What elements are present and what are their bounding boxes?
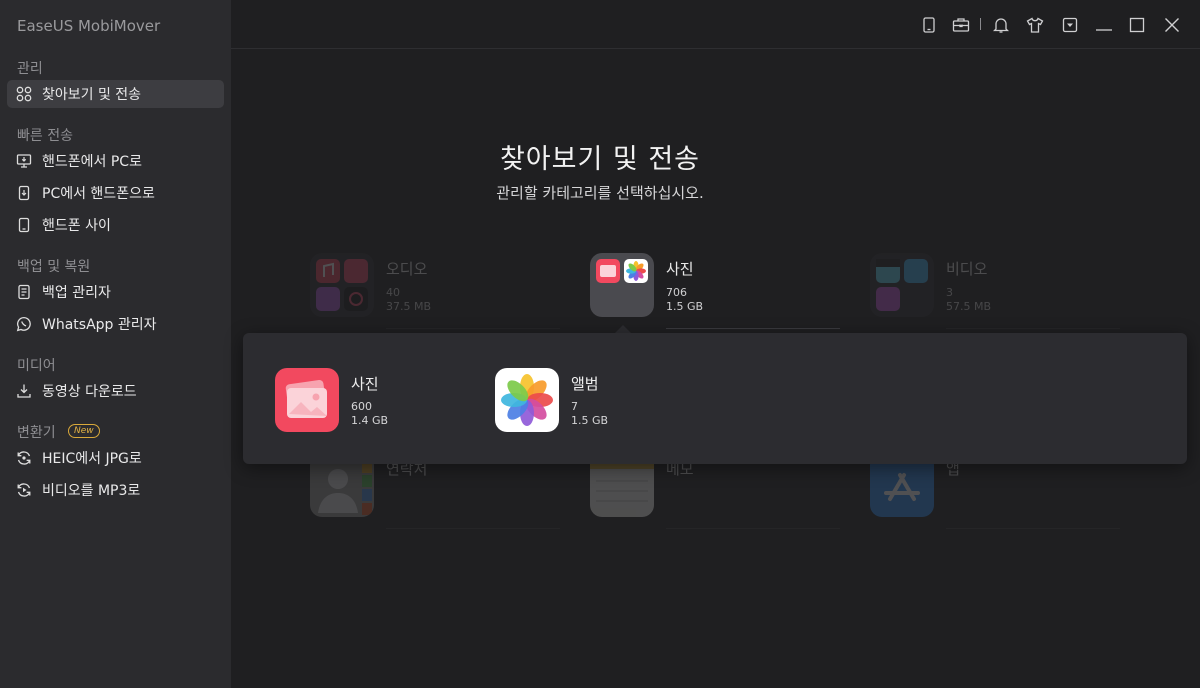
divider: [946, 328, 1120, 329]
photos-popup: 사진 600 1.4 GB 앨범 7 1.5 GB: [243, 333, 1187, 464]
category-count: 706: [666, 286, 687, 299]
subcategory-albums[interactable]: 앨범 7 1.5 GB: [495, 368, 695, 432]
app-title: EaseUS MobiMover: [17, 17, 161, 35]
sidebar-item-label: 동영상 다운로드: [42, 384, 137, 400]
video-category-icon: [870, 253, 934, 317]
photos-category-icon: [590, 253, 654, 317]
sidebar-item-video-to-mp3[interactable]: 비디오를 MP3로: [7, 476, 224, 504]
download-icon: [10, 383, 38, 399]
divider: [666, 328, 840, 329]
category-count: 3: [946, 286, 953, 299]
heic-convert-icon: [10, 450, 38, 466]
page-subtitle: 관리할 카테고리를 선택하십시오.: [496, 184, 704, 202]
divider: [946, 528, 1120, 529]
category-photos[interactable]: 사진 706 1.5 GB: [590, 253, 840, 333]
category-apps[interactable]: 앱: [870, 453, 1120, 533]
subcategory-name: 앨범: [571, 375, 599, 393]
menu-dropdown-icon[interactable]: [1060, 15, 1080, 35]
new-badge: New: [68, 424, 100, 438]
category-count: 40: [386, 286, 400, 299]
maximize-icon[interactable]: [1127, 15, 1147, 35]
sidebar-item-browse-transfer[interactable]: 찾아보기 및 전송: [7, 80, 224, 108]
section-converter: 변환기: [17, 425, 56, 441]
section-media: 미디어: [17, 358, 56, 374]
close-icon[interactable]: [1162, 15, 1182, 35]
sidebar-item-label: 핸드폰 사이: [42, 218, 111, 234]
sidebar-item-label: WhatsApp 관리자: [42, 317, 157, 333]
category-video[interactable]: 비디오 3 57.5 MB: [870, 253, 1120, 333]
subcategory-photos[interactable]: 사진 600 1.4 GB: [275, 368, 475, 432]
section-manage: 관리: [17, 61, 43, 77]
sidebar-item-backup-manager[interactable]: 백업 관리자: [7, 278, 224, 306]
category-size: 57.5 MB: [946, 300, 992, 313]
sidebar-item-label: HEIC에서 JPG로: [42, 451, 142, 467]
category-contacts[interactable]: 연락처: [310, 453, 560, 533]
subcategory-name: 사진: [351, 375, 379, 393]
bell-icon[interactable]: [991, 15, 1011, 35]
grid-icon: [10, 86, 38, 102]
sidebar-item-whatsapp-manager[interactable]: WhatsApp 관리자: [7, 310, 224, 338]
sidebar-item-label: 찾아보기 및 전송: [42, 87, 142, 103]
sidebar-item-heic-to-jpg[interactable]: HEIC에서 JPG로: [7, 444, 224, 472]
photos-icon: [275, 368, 339, 432]
phone-to-phone-icon: [10, 217, 38, 233]
page-title: 찾아보기 및 전송: [499, 144, 701, 175]
minimize-icon[interactable]: [1094, 15, 1114, 35]
category-audio[interactable]: 오디오 40 37.5 MB: [310, 253, 560, 333]
divider: [666, 528, 840, 529]
subcategory-count: 600: [351, 400, 372, 413]
albums-icon: [495, 368, 559, 432]
device-icon[interactable]: [919, 15, 939, 35]
divider: [386, 528, 560, 529]
audio-category-icon: [310, 253, 374, 317]
subcategory-size: 1.5 GB: [571, 414, 609, 427]
category-notes[interactable]: 메모: [590, 453, 840, 533]
tshirt-icon[interactable]: [1025, 15, 1045, 35]
backup-icon: [10, 284, 38, 300]
divider: [386, 328, 560, 329]
sidebar-item-phone-to-phone[interactable]: 핸드폰 사이: [7, 211, 224, 239]
title-bar: [231, 0, 1200, 49]
category-name: 사진: [666, 260, 694, 278]
sidebar-item-label: 백업 관리자: [42, 285, 111, 301]
sidebar-item-label: 비디오를 MP3로: [42, 483, 141, 499]
category-size: 37.5 MB: [386, 300, 432, 313]
subcategory-size: 1.4 GB: [351, 414, 389, 427]
sidebar-item-video-download[interactable]: 동영상 다운로드: [7, 377, 224, 405]
section-backup-restore: 백업 및 복원: [17, 259, 91, 275]
toolbar-divider: [980, 18, 981, 30]
video-to-mp3-icon: [10, 482, 38, 498]
whatsapp-icon: [10, 316, 38, 332]
category-name: 비디오: [946, 260, 988, 278]
category-size: 1.5 GB: [666, 300, 704, 313]
category-name: 오디오: [386, 260, 428, 278]
toolbox-icon[interactable]: [951, 15, 971, 35]
sidebar: EaseUS MobiMover 관리 찾아보기 및 전송 빠른 전송 핸드폰에…: [0, 0, 231, 688]
subcategory-count: 7: [571, 400, 578, 413]
